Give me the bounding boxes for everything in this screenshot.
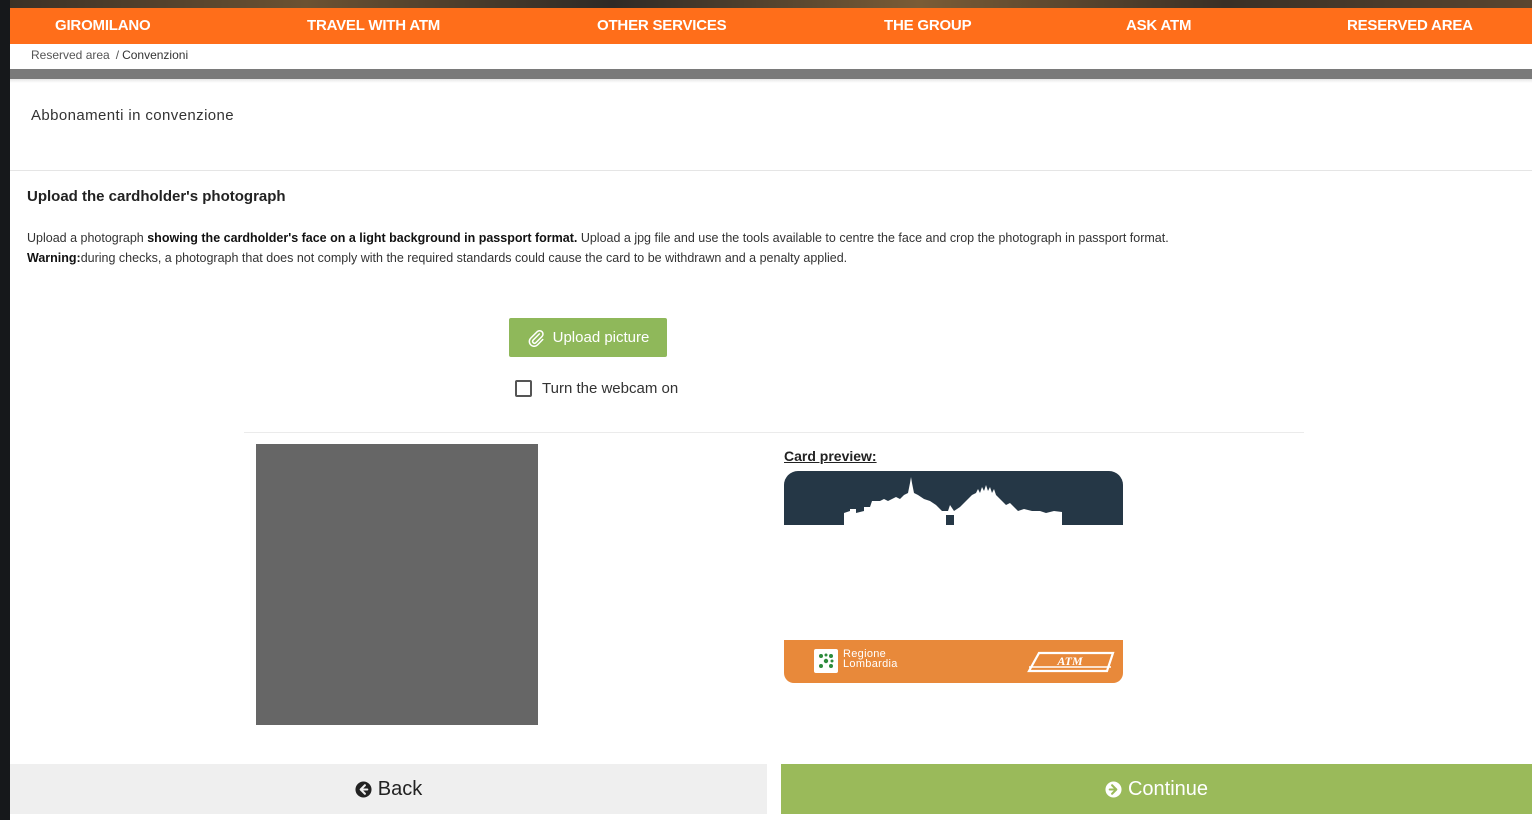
- back-button[interactable]: Back: [10, 764, 767, 814]
- breadcrumb: Reserved area / Convenzioni: [10, 44, 1532, 68]
- rosa-camuna-icon: [819, 653, 834, 668]
- header-divider-bar: [10, 69, 1532, 79]
- webcam-checkbox[interactable]: [515, 380, 532, 397]
- paperclip-icon: [528, 329, 544, 347]
- card-preview: Regione Lombardia ATM: [784, 471, 1123, 683]
- continue-label: Continue: [1127, 777, 1209, 800]
- photo-crop-area[interactable]: [256, 444, 538, 725]
- upload-picture-button[interactable]: Upload picture: [509, 318, 667, 357]
- nav-item-ask-atm[interactable]: ASK ATM: [1126, 8, 1191, 44]
- regione-lombardia-text: Regione Lombardia: [843, 649, 898, 670]
- section-divider: [244, 432, 1304, 433]
- regione-lombardia-logo: [814, 649, 838, 673]
- breadcrumb-separator: /: [115, 48, 120, 62]
- upload-warning: Warning:during checks, a photograph that…: [27, 248, 1532, 268]
- section-title-row: Abbonamenti in convenzione: [10, 83, 1532, 171]
- continue-button[interactable]: Continue: [781, 764, 1532, 814]
- desc-rest: Upload a jpg file and use the tools avai…: [577, 231, 1169, 245]
- nav-item-reserved-area[interactable]: RESERVED AREA: [1347, 8, 1473, 44]
- card-header-band: [784, 471, 1123, 525]
- window-left-edge: [0, 0, 10, 820]
- arrow-left-circle-icon: [355, 780, 372, 798]
- upload-description: Upload a photograph showing the cardhold…: [27, 228, 1532, 268]
- milan-skyline-icon: [844, 477, 1062, 525]
- arrow-right-circle-icon: [1105, 780, 1122, 798]
- atm-logo-text: ATM: [1056, 654, 1083, 668]
- nav-item-other-services[interactable]: OTHER SERVICES: [597, 8, 727, 44]
- footer-actions: Back Continue: [10, 764, 1532, 814]
- desc-bold: showing the cardholder's face on a light…: [147, 231, 578, 245]
- nav-item-giromilano[interactable]: GIROMILANO: [55, 8, 151, 44]
- nav-item-travel-with-atm[interactable]: TRAVEL WITH ATM: [307, 8, 440, 44]
- section-title: Abbonamenti in convenzione: [31, 107, 235, 124]
- breadcrumb-current: Convenzioni: [122, 48, 189, 62]
- main-nav: GIROMILANO TRAVEL WITH ATM OTHER SERVICE…: [10, 8, 1532, 44]
- page: GIROMILANO TRAVEL WITH ATM OTHER SERVICE…: [10, 8, 1532, 820]
- card-footer-band: Regione Lombardia ATM: [784, 640, 1123, 683]
- upload-section: Upload the cardholder's photograph Uploa…: [10, 188, 1532, 268]
- breadcrumb-reserved-area[interactable]: Reserved area: [31, 48, 110, 62]
- nav-item-the-group[interactable]: THE GROUP: [884, 8, 972, 44]
- window-top-edge: [0, 0, 1532, 8]
- upload-picture-label: Upload picture: [552, 329, 650, 346]
- desc-intro: Upload a photograph: [27, 231, 148, 245]
- warning-label: Warning:: [27, 251, 81, 265]
- webcam-toggle-row: Turn the webcam on: [515, 380, 678, 397]
- region-line-2: Lombardia: [843, 658, 898, 670]
- atm-logo-icon: ATM: [1027, 651, 1115, 673]
- back-label: Back: [377, 777, 423, 800]
- card-preview-label: Card preview:: [784, 448, 877, 464]
- upload-instructions: Upload a photograph showing the cardhold…: [27, 228, 1532, 248]
- webcam-label[interactable]: Turn the webcam on: [542, 380, 678, 397]
- upload-heading: Upload the cardholder's photograph: [27, 188, 286, 205]
- warning-text: during checks, a photograph that does no…: [80, 251, 848, 265]
